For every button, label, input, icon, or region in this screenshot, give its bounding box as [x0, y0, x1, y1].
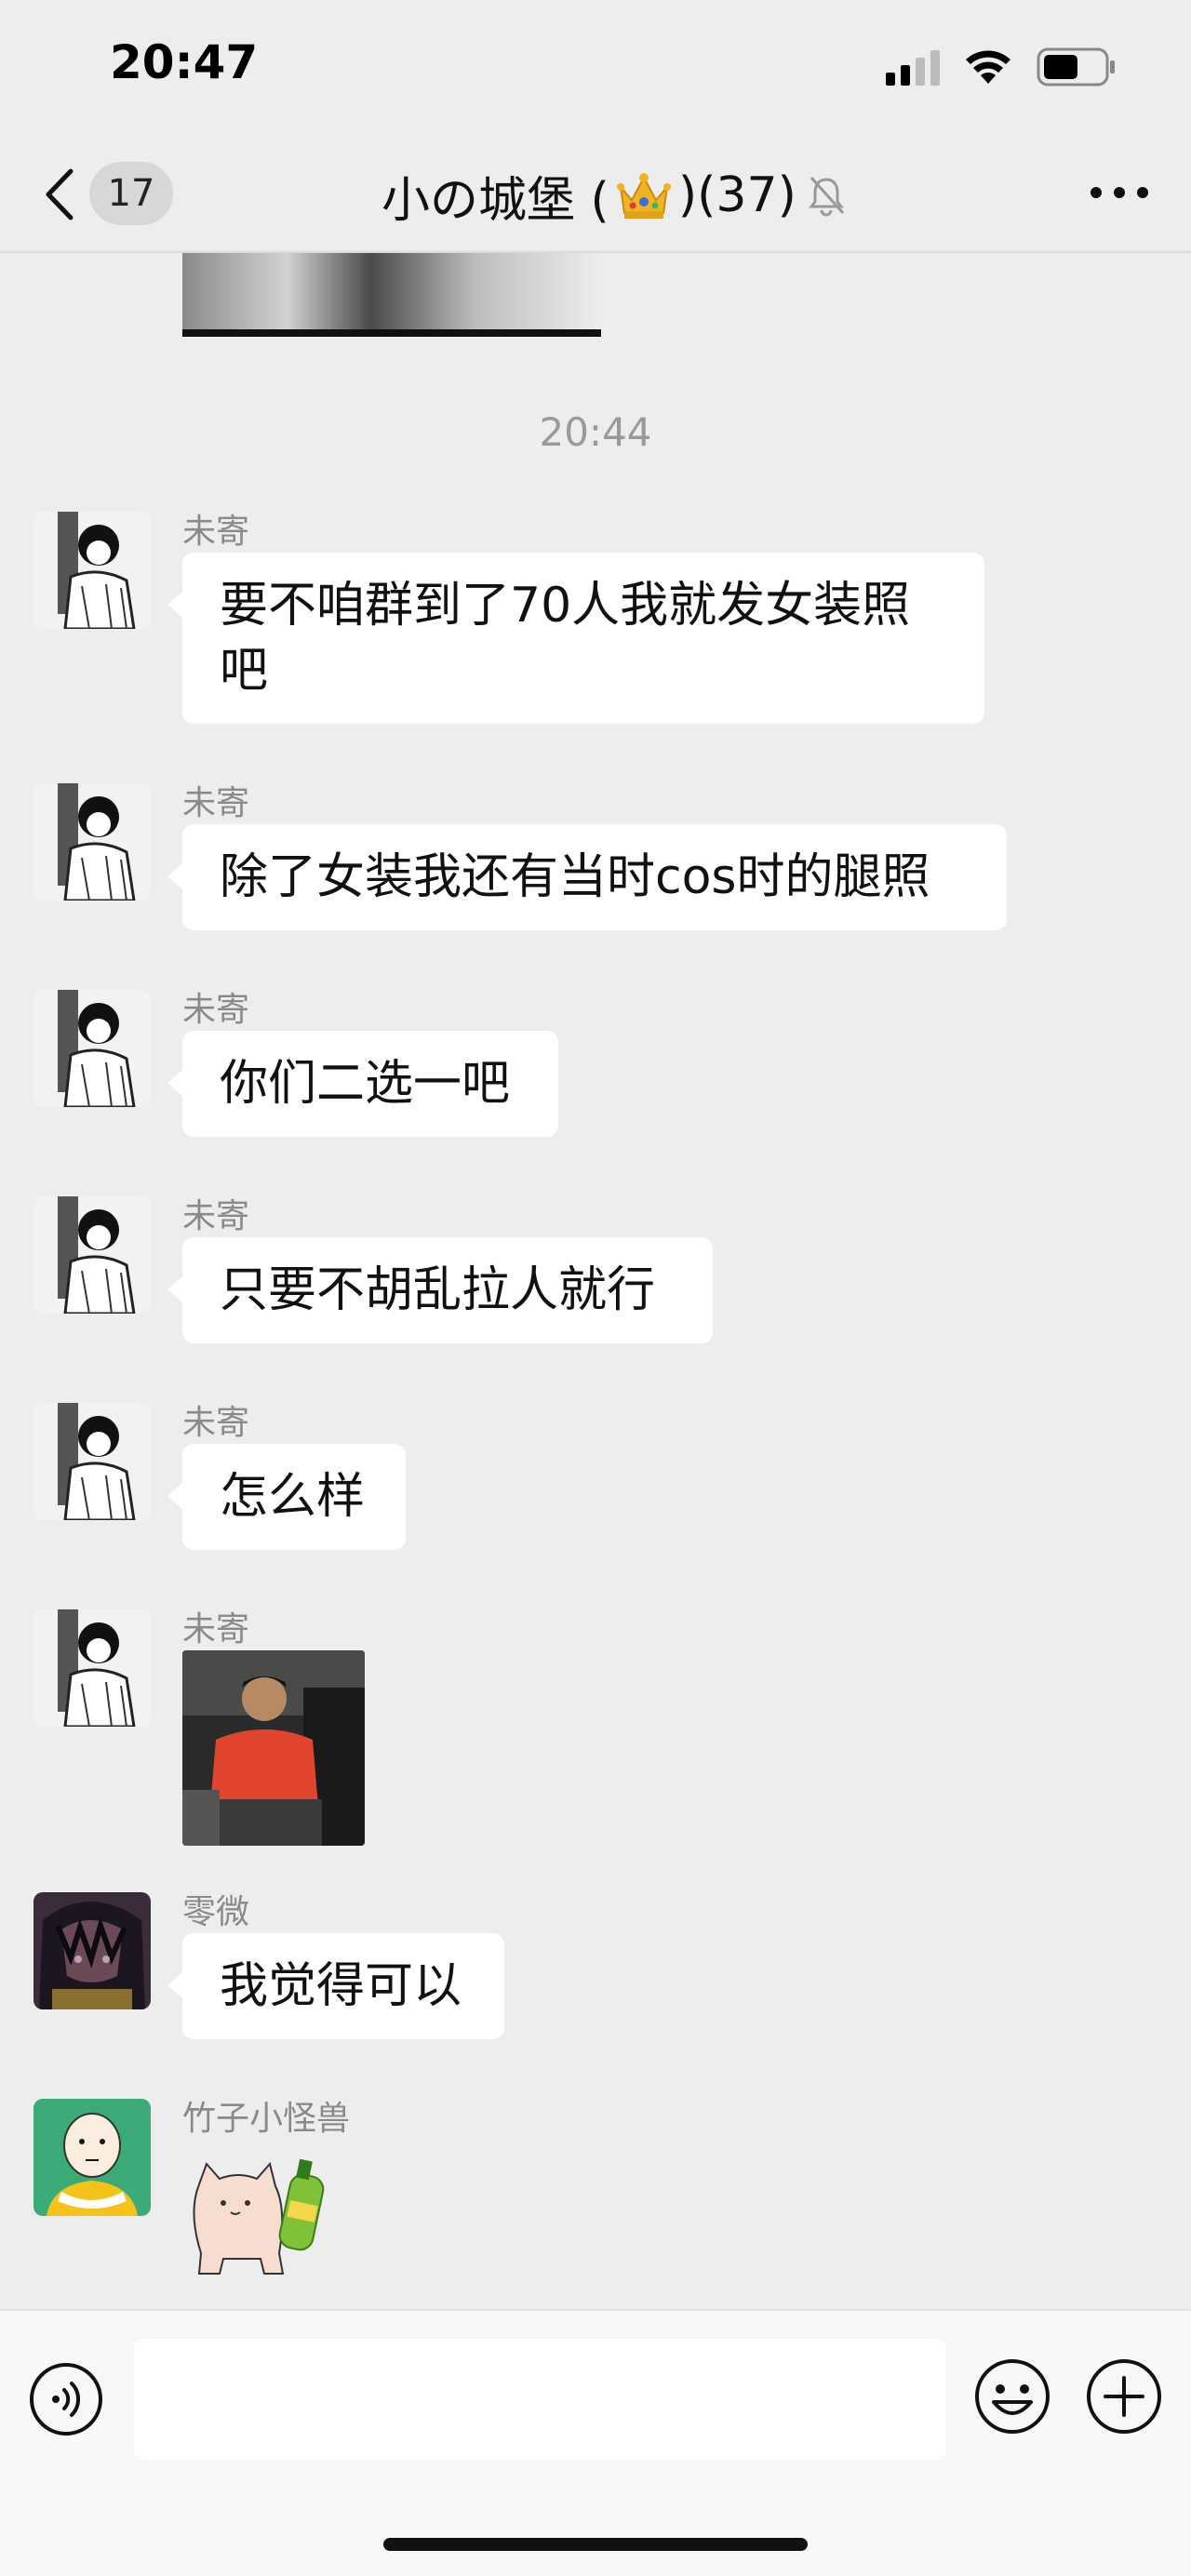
cat-bottle-sticker-icon	[193, 2158, 325, 2275]
message-bubble[interactable]: 你们二选一吧	[167, 1031, 558, 1137]
image-message[interactable]	[182, 1650, 365, 1846]
avatar-manga-icon	[33, 1196, 151, 1314]
plus-icon[interactable]	[1085, 2357, 1163, 2436]
sender-name: 未寄	[182, 513, 250, 551]
message-bubble[interactable]: 只要不胡乱拉人就行	[167, 1237, 713, 1343]
voice-input-icon[interactable]	[28, 2361, 104, 2437]
back-chevron-icon[interactable]	[41, 162, 78, 227]
previous-image-message[interactable]	[182, 253, 601, 337]
sender-name: 竹子小怪兽	[182, 2100, 351, 2138]
status-icons	[886, 45, 1117, 89]
sender-name: 未寄	[182, 991, 250, 1029]
more-options-icon[interactable]	[1089, 179, 1150, 207]
sender-name: 零微	[182, 1893, 250, 1931]
message-bubble[interactable]: 要不咱群到了70人我就发女装照 吧	[167, 553, 984, 724]
status-time: 20:47	[110, 35, 259, 89]
sticker-message[interactable]	[182, 2143, 331, 2283]
chat-area[interactable]: 20:44 未寄 要不咱群到了70人我就发女装照 吧 未寄 除了女装我还有当时c…	[0, 253, 1191, 2309]
avatar-dark-anime-icon	[33, 1892, 151, 2009]
message-text: 除了女装我还有当时cos时的腿照	[220, 849, 930, 905]
message-bubble[interactable]: 除了女装我还有当时cos时的腿照	[167, 824, 1007, 930]
avatar[interactable]	[33, 1892, 151, 2009]
avatar[interactable]	[33, 512, 151, 629]
avatar-manga-icon	[33, 783, 151, 901]
unread-count-badge[interactable]: 17	[89, 162, 173, 225]
avatar[interactable]	[33, 1403, 151, 1520]
message-text: 我觉得可以	[220, 1958, 462, 2014]
sender-name: 未寄	[182, 784, 250, 822]
avatar-manga-icon	[33, 512, 151, 629]
message-input[interactable]	[134, 2339, 945, 2460]
status-bar: 20:47	[0, 0, 1191, 140]
signal-icon	[886, 50, 940, 86]
chat-title-count: )(37)	[677, 167, 796, 223]
chat-title: 小の城堡 ( )(37)	[381, 158, 847, 233]
sender-name: 未寄	[182, 1610, 250, 1648]
battery-icon	[1037, 47, 1115, 87]
avatar[interactable]	[33, 783, 151, 901]
message-timestamp: 20:44	[539, 409, 652, 455]
photo-thumbnail	[182, 1650, 365, 1846]
message-bubble[interactable]: 我觉得可以	[167, 1933, 504, 2039]
message-text: 你们二选一吧	[220, 1056, 511, 1112]
message-text: 怎么样	[220, 1469, 366, 1525]
crown-emoji-icon	[616, 173, 671, 219]
avatar-manga-icon	[33, 990, 151, 1107]
message-text: 只要不胡乱拉人就行	[220, 1262, 656, 1318]
chat-title-name: 小の城堡 (	[381, 172, 609, 229]
avatar-manga-icon	[33, 1609, 151, 1727]
mute-bell-icon	[808, 176, 844, 217]
emoji-icon[interactable]	[973, 2357, 1051, 2436]
avatar[interactable]	[33, 1196, 151, 1314]
message-bubble[interactable]: 怎么样	[167, 1444, 406, 1550]
avatar[interactable]	[33, 2099, 151, 2216]
input-bar	[0, 2309, 1191, 2576]
avatar-manga-icon	[33, 1403, 151, 1520]
message-text: 要不咱群到了70人我就发女装照 吧	[220, 578, 911, 699]
sender-name: 未寄	[182, 1197, 250, 1235]
avatar[interactable]	[33, 990, 151, 1107]
wifi-icon	[966, 50, 1010, 84]
home-indicator[interactable]	[383, 2538, 808, 2551]
nav-bar: 17 小の城堡 ( )(37)	[0, 140, 1191, 253]
avatar-bald-hero-icon	[33, 2099, 151, 2216]
sender-name: 未寄	[182, 1404, 250, 1442]
avatar[interactable]	[33, 1609, 151, 1727]
